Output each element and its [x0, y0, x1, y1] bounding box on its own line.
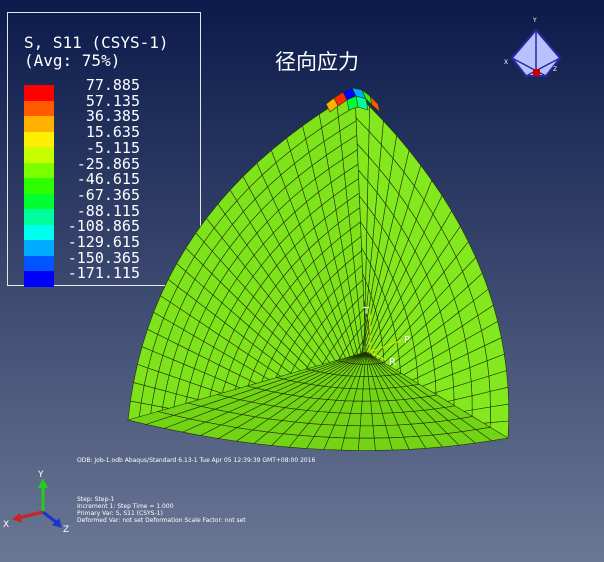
triad-z-axis — [42, 510, 57, 524]
step-info-block: Step: Step-1 Increment 1: Step Time = 1.… — [77, 496, 246, 524]
triad-y-label: Y — [37, 470, 44, 480]
local-t-label: T — [362, 306, 370, 317]
triad-x-axis — [17, 510, 44, 520]
mesh-element — [359, 413, 374, 427]
increment-line: Increment 1: Step Time = 1.000 — [77, 503, 174, 510]
mesh-element — [489, 403, 510, 424]
deformed-var-line: Deformed Var: not set Deformation Scale … — [77, 517, 246, 524]
view-cube-triad[interactable]: Y X Z — [504, 17, 562, 77]
odb-info: ODB: Job-1.odb Abaqus/Standard 6.13-1 Tu… — [77, 457, 316, 464]
fe-mesh — [126, 87, 510, 451]
mesh-element — [360, 400, 373, 414]
triad-z-label: Z — [63, 525, 69, 535]
viewport[interactable]: S, S11 (CSYS-1) (Avg: 75%) 77.885 57.135 3… — [0, 0, 604, 562]
triad-x-arrow — [12, 513, 22, 523]
local-r-label: R — [389, 357, 396, 368]
mesh-element — [357, 437, 376, 451]
triad-top-x-label: X — [504, 59, 508, 66]
triad-top-y-label: Y — [532, 17, 537, 24]
triad-x-label: X — [3, 520, 9, 530]
mesh-element — [343, 425, 361, 439]
mesh-element — [358, 425, 375, 439]
mesh-element — [340, 437, 360, 451]
view-cube-origin — [533, 69, 540, 76]
axis-triad: Y X Z — [3, 470, 69, 535]
local-p-label: P — [404, 335, 410, 346]
mesh-view[interactable]: T P R Y X Z Y X Z — [0, 0, 604, 562]
step-line: Step: Step-1 — [77, 496, 115, 503]
triad-top-z-label: Z — [553, 66, 557, 73]
primary-var-line: Primary Var: S, S11 (CSYS-1) — [77, 510, 163, 517]
